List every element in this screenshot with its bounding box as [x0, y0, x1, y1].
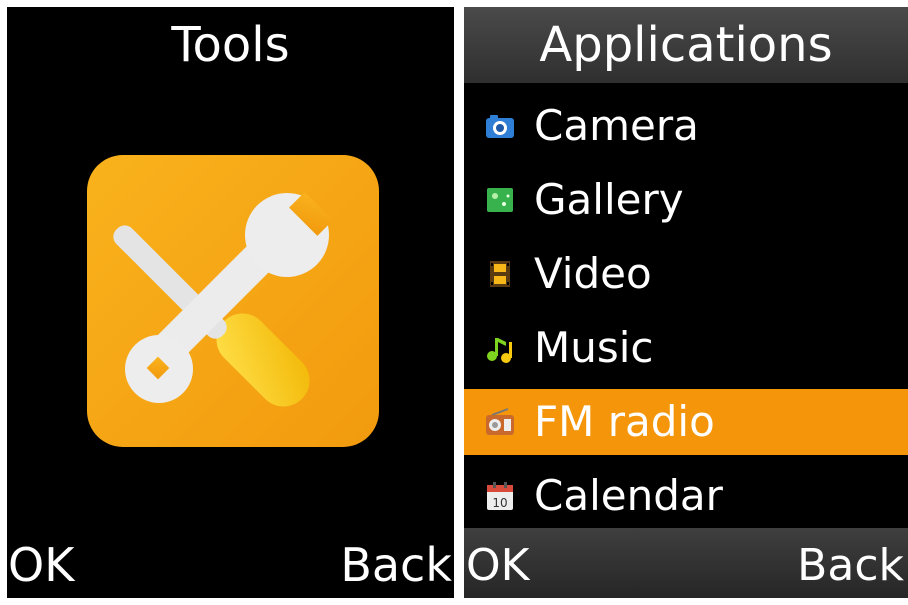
camera-icon: [486, 115, 514, 138]
list-item-label: Video: [534, 249, 652, 298]
video-icon: [490, 261, 510, 287]
header-bar: Applications: [464, 7, 908, 83]
app-list: Camera Gallery Video Music FM radio 10 C…: [464, 89, 908, 533]
back-softkey[interactable]: Back: [340, 540, 452, 590]
list-item-video[interactable]: Video: [464, 237, 908, 311]
list-item-camera[interactable]: Camera: [464, 89, 908, 163]
music-icon: [487, 338, 512, 363]
list-item-calendar[interactable]: 10 Calendar: [464, 459, 908, 533]
list-item-label: FM radio: [534, 397, 715, 446]
gallery-icon: [487, 188, 513, 212]
list-item-gallery[interactable]: Gallery: [464, 163, 908, 237]
svg-text:10: 10: [492, 496, 507, 510]
page-title: Applications: [539, 17, 833, 73]
tools-title: Tools: [171, 17, 290, 73]
applications-screen: Applications Camera Gallery Video Music …: [464, 7, 908, 598]
calendar-icon: 10: [487, 482, 513, 510]
back-softkey[interactable]: Back: [797, 540, 904, 592]
tools-screen: Tools OK Back: [7, 7, 454, 598]
list-item-music[interactable]: Music: [464, 311, 908, 385]
list-item-label: Calendar: [534, 471, 723, 520]
list-item-fm-radio[interactable]: FM radio: [464, 389, 908, 455]
list-item-label: Camera: [534, 101, 699, 150]
ok-softkey[interactable]: OK: [8, 540, 74, 590]
list-item-label: Gallery: [534, 175, 684, 224]
softkey-bar: OK Back: [464, 528, 908, 598]
radio-icon: [486, 408, 514, 435]
ok-softkey[interactable]: OK: [466, 540, 530, 592]
list-item-label: Music: [534, 323, 654, 372]
tools-icon[interactable]: [87, 155, 379, 447]
